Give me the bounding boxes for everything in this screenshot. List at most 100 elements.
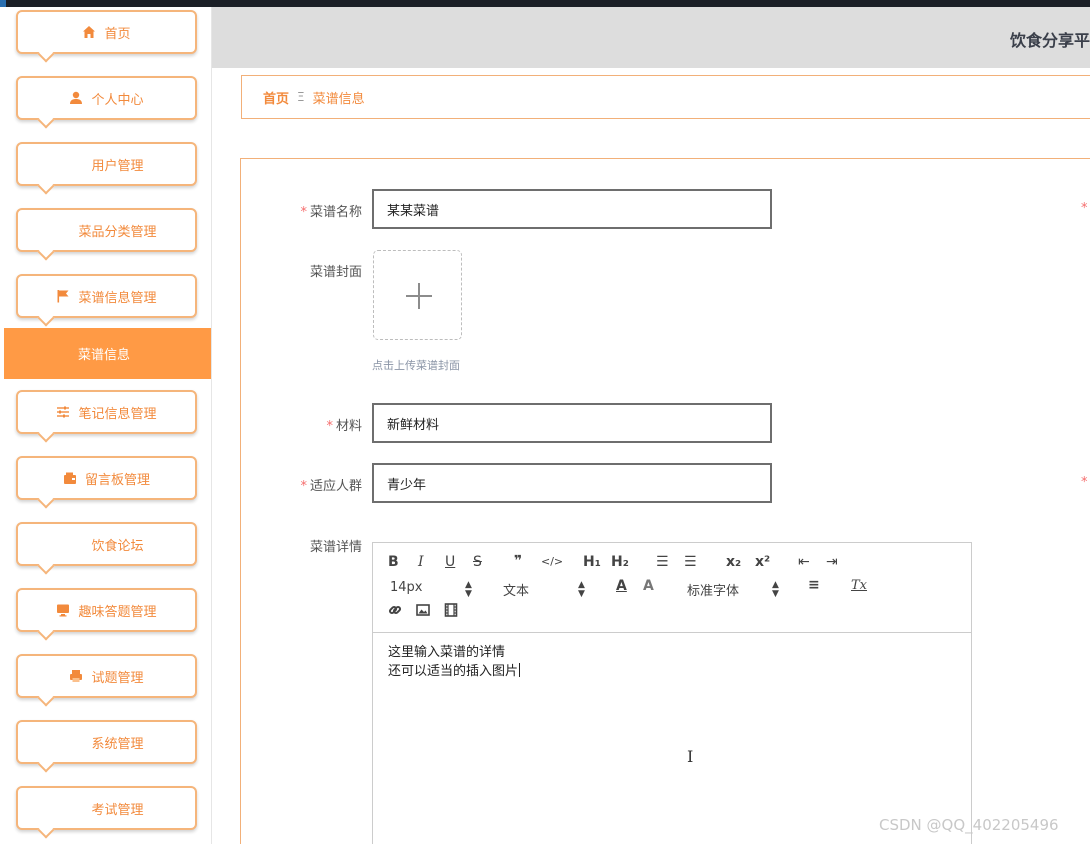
sidebar-item-system[interactable]: 系统管理 (16, 720, 197, 773)
grid-icon (69, 157, 83, 171)
bubble-tail (37, 425, 55, 443)
cover-upload-box[interactable] (373, 250, 462, 340)
site-title: 饮食分享平 (1009, 31, 1090, 50)
header-select[interactable]: 文本 (503, 580, 529, 599)
strike-button[interactable]: S (473, 554, 482, 570)
sidebar-item-home[interactable]: 首页 (16, 10, 197, 63)
font-size-select[interactable]: 14px (390, 580, 423, 595)
text-caret (519, 663, 521, 677)
font-family-select[interactable]: 标准字体 (687, 580, 739, 599)
editor-toolbar: B I U S ❞ </> H₁ H₂ ☰ ☰ x₂ x² ⇤ ⇥ 14px ▲… (373, 543, 971, 633)
wallet-icon (63, 471, 77, 485)
sidebar-item-users[interactable]: 用户管理 (16, 142, 197, 195)
bubble-tail (37, 755, 55, 773)
grid-icon (69, 801, 83, 815)
sidebar-item-label: 个人中心 (91, 92, 144, 108)
breadcrumb-current: 菜谱信息 (312, 91, 365, 107)
sidebar-item-label: 饮食论坛 (91, 538, 144, 554)
image-icon[interactable] (416, 603, 430, 621)
sidebar: 首页 个人中心 用户管理 菜品分类管理 菜谱信息管理 菜谱信息 笔记信息管理 留… (0, 7, 212, 844)
sidebar-item-label: 首页 (104, 26, 131, 42)
grid-icon (69, 537, 83, 551)
audience-label: * 适应人群 (300, 479, 362, 494)
required-mark-right: * (1081, 201, 1088, 216)
grid-icon (56, 223, 70, 237)
font-size-arrows-icon: ▲ ▼ (465, 580, 472, 599)
sliders-icon (56, 405, 70, 419)
top-header: 饮食分享平 (212, 7, 1090, 68)
bold-button[interactable]: B (388, 554, 399, 570)
font-family-arrows-icon: ▲ ▼ (772, 580, 779, 599)
sidebar-item-exam[interactable]: 考试管理 (16, 786, 197, 839)
audience-input[interactable]: 青少年 (372, 463, 772, 503)
printer-icon (69, 669, 83, 683)
bubble-tail (37, 821, 55, 839)
bubble-tail (37, 45, 55, 63)
header-arrows-icon: ▲ ▼ (578, 580, 585, 599)
sidebar-item-label: 菜谱信息管理 (78, 290, 157, 306)
sidebar-item-label: 留言板管理 (84, 472, 150, 488)
sidebar-item-quiz[interactable]: 趣味答题管理 (16, 588, 197, 641)
sidebar-item-dish-category[interactable]: 菜品分类管理 (16, 208, 197, 261)
outdent-icon[interactable]: ⇤ (798, 554, 810, 570)
subscript-button[interactable]: x₂ (726, 554, 741, 570)
sidebar-item-label: 用户管理 (91, 158, 144, 174)
bubble-tail (37, 623, 55, 641)
sidebar-item-forum[interactable]: 饮食论坛 (16, 522, 197, 575)
material-label: * 材料 (326, 419, 362, 434)
breadcrumb-home-link[interactable]: 首页 (263, 88, 289, 107)
sidebar-item-recipe-management[interactable]: 菜谱信息管理 (16, 274, 197, 327)
recipe-name-input[interactable]: 某某菜谱 (372, 189, 772, 229)
sidebar-item-questions[interactable]: 试题管理 (16, 654, 197, 707)
editor-line: 这里输入菜谱的详情 (388, 645, 506, 660)
sidebar-item-label: 试题管理 (91, 670, 144, 686)
monitor-icon (56, 603, 70, 617)
watermark: CSDN @QQ_402205496 (879, 816, 1059, 834)
sidebar-item-label: 趣味答题管理 (78, 604, 157, 620)
sidebar-subitem-recipe-info[interactable]: 菜谱信息 (4, 328, 211, 379)
bubble-tail (37, 243, 55, 261)
breadcrumb: 首页 Ξ 菜谱信息 (241, 75, 1090, 119)
rich-text-editor: B I U S ❞ </> H₁ H₂ ☰ ☰ x₂ x² ⇤ ⇥ 14px ▲… (372, 542, 972, 844)
home-icon (82, 25, 96, 39)
text-color-icon[interactable]: A (616, 578, 627, 594)
ordered-list-icon[interactable]: ☰ (656, 554, 669, 570)
clean-format-icon[interactable]: Tx (851, 578, 867, 593)
indent-icon[interactable]: ⇥ (826, 554, 838, 570)
editor-line: 还可以适当的插入图片 (388, 663, 521, 679)
grid-icon (69, 735, 83, 749)
sidebar-item-profile[interactable]: 个人中心 (16, 76, 197, 129)
bubble-tail (37, 557, 55, 575)
bullet-list-icon[interactable]: ☰ (684, 554, 697, 570)
align-icon[interactable]: ≡ (808, 577, 820, 593)
sidebar-item-notes[interactable]: 笔记信息管理 (16, 390, 197, 443)
superscript-button[interactable]: x² (755, 554, 770, 570)
cover-upload-hint: 点击上传菜谱封面 (372, 359, 460, 372)
breadcrumb-separator: Ξ (297, 90, 305, 104)
bubble-tail (37, 689, 55, 707)
window-top-strip (0, 0, 1090, 7)
header1-button[interactable]: H₁ (583, 554, 601, 570)
recipe-detail-label: 菜谱详情 (309, 540, 362, 555)
italic-button[interactable]: I (418, 554, 424, 570)
bubble-tail (37, 309, 55, 327)
recipe-name-label: * 菜谱名称 (300, 205, 362, 220)
editor-content[interactable]: 这里输入菜谱的详情 还可以适当的插入图片 (388, 643, 521, 681)
background-color-icon[interactable]: A (643, 578, 654, 594)
flag-icon (56, 289, 70, 303)
underline-button[interactable]: U (445, 554, 455, 570)
recipe-cover-label: 菜谱封面 (309, 265, 362, 280)
quote-icon[interactable]: ❞ (514, 553, 522, 569)
required-mark-right: * (1081, 475, 1088, 490)
bubble-tail (37, 177, 55, 195)
code-icon[interactable]: </> (541, 555, 563, 568)
ibeam-cursor-icon: I (687, 747, 694, 766)
link-icon[interactable] (388, 603, 402, 621)
sidebar-item-label: 菜品分类管理 (78, 224, 157, 240)
header2-button[interactable]: H₂ (611, 554, 629, 570)
sidebar-item-message-board[interactable]: 留言板管理 (16, 456, 197, 509)
bubble-tail (37, 491, 55, 509)
material-input[interactable]: 新鲜材料 (372, 403, 772, 443)
video-icon[interactable] (444, 603, 458, 621)
bubble-tail (37, 111, 55, 129)
